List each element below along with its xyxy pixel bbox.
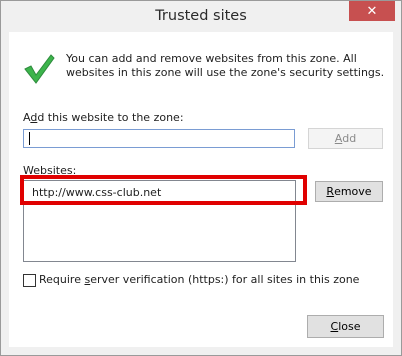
close-button[interactable]: Close [307,315,384,338]
window-title: Trusted sites [155,8,247,24]
add-button-accesskey: A [334,132,343,145]
info-text: You can add and remove websites from thi… [66,52,385,79]
remove-button-accesskey: R [326,185,335,198]
add-website-input[interactable] [23,129,295,148]
close-icon[interactable]: ✕ [349,1,395,21]
require-server-verification-label[interactable]: Require server verification (https:) for… [39,273,359,286]
require-label-before: Require [39,273,85,286]
trusted-sites-dialog: Trusted sites ✕ You can add and remove w… [0,0,402,356]
add-button[interactable]: Add [308,128,383,149]
require-label-after: erver verification (https:) for all site… [90,273,360,286]
text-caret [29,132,30,145]
add-label-rest: d this website to the zone: [37,111,184,124]
title-bar: Trusted sites ✕ [1,1,401,32]
add-website-label: Add this website to the zone: [23,111,184,124]
annotation-highlight [20,175,307,205]
remove-button-label: emove [334,185,372,198]
dialog-body: You can add and remove websites from thi… [9,32,393,347]
require-server-verification-checkbox[interactable] [23,274,36,287]
remove-button[interactable]: Remove [315,181,383,202]
add-button-label: dd [342,132,357,145]
close-button-accesskey: C [330,320,339,333]
check-icon [24,54,55,84]
close-button-label: lose [338,320,361,333]
